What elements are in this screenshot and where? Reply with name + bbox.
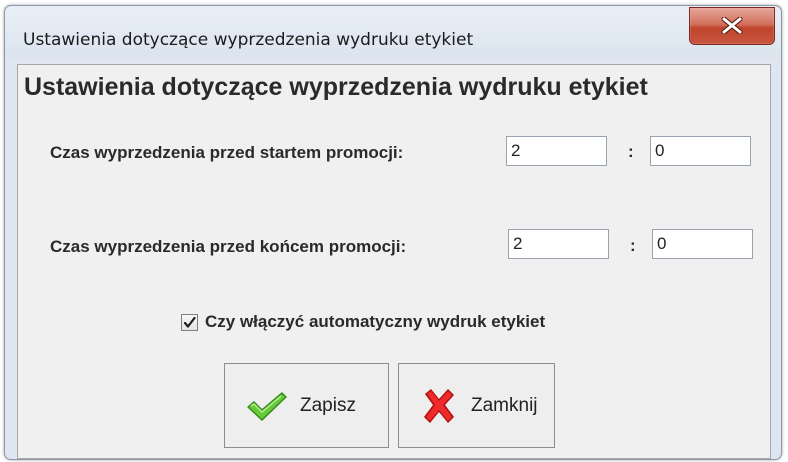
dialog-heading: Ustawienia dotyczące wyprzedzenia wydruk… (24, 73, 648, 101)
window-title: Ustawienia dotyczące wyprzedzenia wydruk… (23, 30, 474, 50)
start-lead-time-hours-input[interactable] (506, 136, 607, 166)
checkmark-icon (183, 316, 196, 328)
start-time-separator: : (628, 142, 634, 161)
red-x-icon (424, 388, 454, 423)
green-checkmark-icon (247, 391, 287, 421)
end-time-separator: : (630, 236, 636, 255)
save-button[interactable]: Zapisz (224, 363, 389, 448)
close-window-button[interactable] (689, 7, 775, 45)
auto-print-checkbox[interactable] (181, 313, 198, 331)
close-button[interactable]: Zamknij (398, 363, 555, 448)
start-lead-time-minutes-input[interactable] (650, 136, 751, 166)
dialog-window: Ustawienia dotyczące wyprzedzenia wydruk… (4, 5, 782, 460)
close-icon (721, 17, 743, 34)
end-lead-time-hours-input[interactable] (508, 229, 609, 259)
auto-print-option[interactable]: Czy włączyć automatyczny wydruk etykiet (181, 312, 545, 332)
dialog-content: Ustawienia dotyczące wyprzedzenia wydruk… (17, 64, 771, 459)
close-button-label: Zamknij (471, 394, 538, 416)
save-button-label: Zapisz (300, 394, 356, 416)
start-lead-time-label: Czas wyprzedzenia przed startem promocji… (50, 143, 404, 162)
end-lead-time-minutes-input[interactable] (652, 229, 753, 259)
title-bar[interactable]: Ustawienia dotyczące wyprzedzenia wydruk… (5, 6, 781, 58)
end-lead-time-label: Czas wyprzedzenia przed końcem promocji: (50, 237, 407, 256)
auto-print-label: Czy włączyć automatyczny wydruk etykiet (205, 312, 546, 331)
